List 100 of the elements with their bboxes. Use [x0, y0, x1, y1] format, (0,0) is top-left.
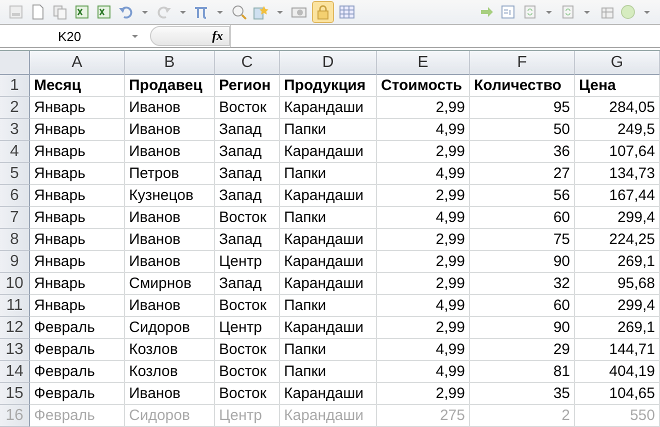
table-cell: Иванов	[125, 229, 215, 251]
table-cell: Январь	[30, 207, 125, 229]
column-header[interactable]: F	[470, 51, 575, 75]
table-cell: Февраль	[30, 383, 125, 405]
row-header[interactable]: 14	[0, 361, 30, 383]
table-cell: Иванов	[125, 295, 215, 317]
row-header[interactable]: 3	[0, 119, 30, 141]
table-cell: 50	[470, 119, 575, 141]
row-header[interactable]: 6	[0, 185, 30, 207]
table-cell: Козлов	[125, 361, 215, 383]
lock-icon[interactable]	[313, 2, 334, 22]
table-cell: Центр	[215, 317, 280, 339]
page-icon[interactable]	[30, 4, 46, 20]
table-cell: Восток	[215, 295, 280, 317]
table-cell: Иванов	[125, 207, 215, 229]
table-cell: 275	[377, 405, 470, 427]
column-header[interactable]: E	[377, 51, 470, 75]
select-all-button[interactable]	[0, 51, 30, 75]
table-cell: 269,1	[575, 251, 660, 273]
row-header[interactable]: 4	[0, 141, 30, 163]
table-cell: Смирнов	[125, 273, 215, 295]
row-header[interactable]: 12	[0, 317, 30, 339]
table-cell: 284,05	[575, 97, 660, 119]
row-header[interactable]: 2	[0, 97, 30, 119]
table-cell: Запад	[215, 141, 280, 163]
form-icon[interactable]	[500, 4, 516, 20]
table-cell: 299,4	[575, 207, 660, 229]
magnifier-icon[interactable]	[231, 4, 248, 20]
table-cell: Сидоров	[125, 317, 215, 339]
name-box[interactable]: K20	[0, 25, 140, 47]
table-cell: Карандаши	[280, 273, 377, 295]
table-cell: Запад	[215, 185, 280, 207]
row-header[interactable]: 15	[0, 383, 30, 405]
row-header[interactable]: 11	[0, 295, 30, 317]
insert-function-field[interactable]: fx	[150, 26, 230, 46]
star-icon[interactable]	[253, 4, 270, 20]
table-cell: Февраль	[30, 317, 125, 339]
table-cell: 2,99	[377, 251, 470, 273]
table-cell: 104,65	[575, 383, 660, 405]
table-cell: 2,99	[377, 383, 470, 405]
table-cell: 60	[470, 207, 575, 229]
refresh-icon[interactable]	[560, 4, 576, 20]
table-cell: Карандаши	[280, 251, 377, 273]
row-header[interactable]: 8	[0, 229, 30, 251]
function-button[interactable]: fx	[212, 28, 223, 44]
table-cell: Центр	[215, 405, 280, 427]
table-cell: Карандаши	[280, 97, 377, 119]
column-header[interactable]: B	[125, 51, 215, 75]
table-cell: Иванов	[125, 97, 215, 119]
table-cell: 2,99	[377, 273, 470, 295]
table-cell: Запад	[215, 119, 280, 141]
row-header[interactable]: 10	[0, 273, 30, 295]
table-cell: Стоимость	[377, 75, 470, 97]
table-cell: Запад	[215, 273, 280, 295]
undo-icon[interactable]	[118, 4, 134, 20]
table-cell: Продавец	[125, 75, 215, 97]
table-cell: Январь	[30, 119, 125, 141]
copy-icon[interactable]	[52, 4, 68, 20]
table-cell: Январь	[30, 295, 125, 317]
table-cell: 95	[470, 97, 575, 119]
table-cell: Иванов	[125, 383, 215, 405]
table-cell: 32	[470, 273, 575, 295]
refresh-icon[interactable]	[522, 4, 538, 20]
table-cell: Иванов	[125, 119, 215, 141]
table-cell: Февраль	[30, 339, 125, 361]
table-cell: 107,64	[575, 141, 660, 163]
circle-icon[interactable]	[620, 4, 636, 20]
table-cell: Январь	[30, 141, 125, 163]
column-header[interactable]: G	[575, 51, 660, 75]
table-cell: 144,71	[575, 339, 660, 361]
pi-icon[interactable]	[193, 4, 210, 20]
column-header[interactable]: D	[280, 51, 377, 75]
table-cell: Козлов	[125, 339, 215, 361]
table-cell: Папки	[280, 163, 377, 185]
table-cell: Месяц	[30, 75, 125, 97]
table-cell: 4,99	[377, 295, 470, 317]
table-cell: Иванов	[125, 141, 215, 163]
table-cell: Карандаши	[280, 405, 377, 427]
spreadsheet-icon[interactable]	[74, 4, 90, 20]
row-header[interactable]: 7	[0, 207, 30, 229]
table-cell: Центр	[215, 251, 280, 273]
row-header[interactable]: 1	[0, 75, 30, 97]
row-header[interactable]: 9	[0, 251, 30, 273]
table-cell: Восток	[215, 383, 280, 405]
column-header[interactable]: A	[30, 51, 125, 75]
table-cell: 4,99	[377, 119, 470, 141]
redo-icon[interactable]	[156, 4, 172, 20]
table-cell: Папки	[280, 339, 377, 361]
table-cell: Январь	[30, 229, 125, 251]
row-header[interactable]: 13	[0, 339, 30, 361]
column-header[interactable]: C	[215, 51, 280, 75]
table-cell: 2	[470, 405, 575, 427]
table-cell: Папки	[280, 207, 377, 229]
table-cell: Сидоров	[125, 405, 215, 427]
grid-icon[interactable]	[339, 4, 355, 20]
table-cell: Петров	[125, 163, 215, 185]
spreadsheet-icon[interactable]	[96, 4, 112, 20]
row-header[interactable]: 5	[0, 163, 30, 185]
table-cell: Восток	[215, 207, 280, 229]
table-cell: 90	[470, 317, 575, 339]
